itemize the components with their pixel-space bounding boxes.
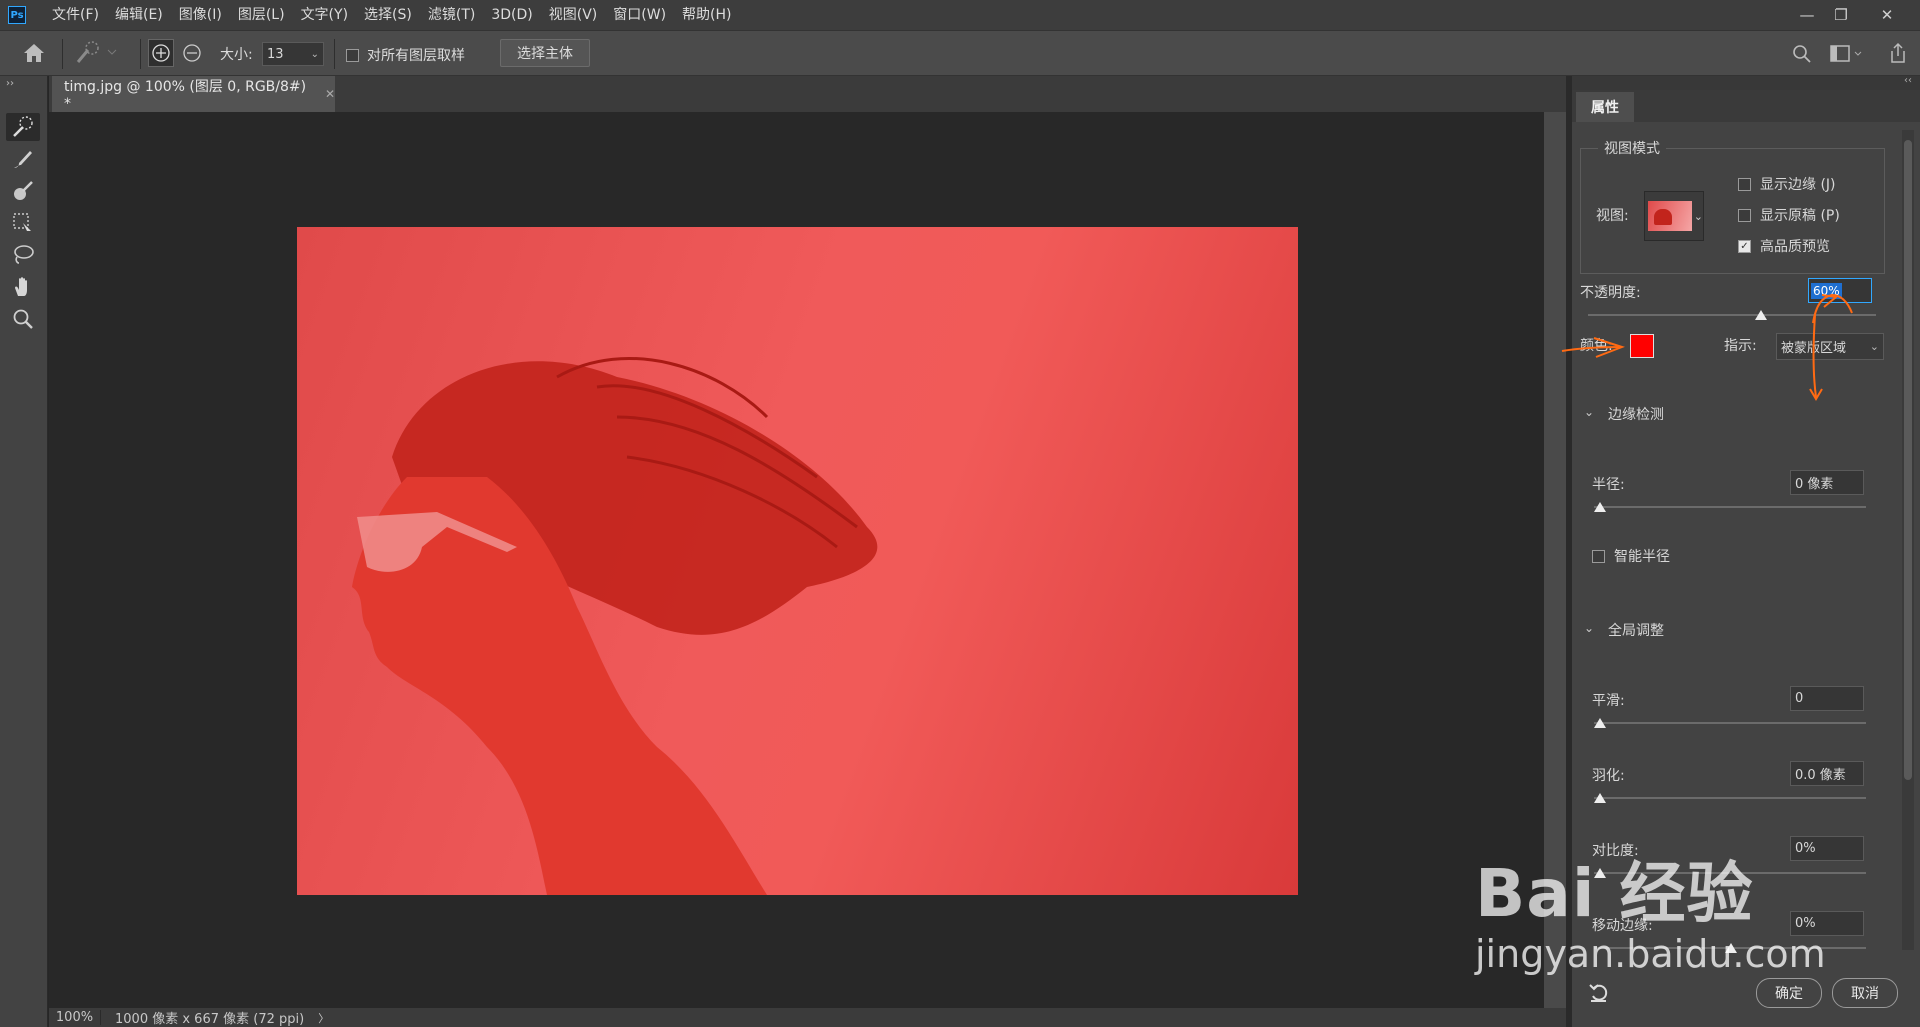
baidu-watermark-url: jingyan.baidu.com xyxy=(1475,932,1826,976)
document-info: 1000 像素 x 667 像素 (72 ppi) xyxy=(115,1012,305,1027)
collapse-edge-detection-icon[interactable]: ⌄ xyxy=(1584,405,1594,419)
view-mode-dropdown[interactable]: ⌄ xyxy=(1644,191,1704,241)
select-subject-label: 选择主体 xyxy=(517,46,573,62)
menu-view[interactable]: 视图(V) xyxy=(541,0,606,30)
smart-radius-checkbox[interactable] xyxy=(1592,549,1605,563)
edge-detection-title[interactable]: 边缘检测 xyxy=(1608,404,1664,424)
feather-input[interactable]: 0.0 像素 xyxy=(1790,761,1864,786)
menu-filter[interactable]: 滤镜(T) xyxy=(420,0,483,30)
size-label: 大小: xyxy=(220,47,253,63)
radius-label: 半径: xyxy=(1592,477,1625,493)
quick-selection-preset-icon[interactable] xyxy=(74,40,118,70)
add-to-selection-icon[interactable] xyxy=(148,39,174,67)
zoom-tool-icon[interactable] xyxy=(6,305,40,333)
view-mode-title: 视图模式 xyxy=(1598,138,1666,158)
select-subject-button[interactable]: 选择主体 xyxy=(500,39,590,67)
cancel-button[interactable]: 取消 xyxy=(1832,978,1898,1008)
tools-panel: ›› xyxy=(0,76,48,1027)
panel-expand-icon[interactable]: ›› xyxy=(6,78,14,89)
size-value: 13 xyxy=(267,46,284,62)
status-bar: 100% 1000 像素 x 667 像素 (72 ppi) 〉 xyxy=(49,1008,1566,1027)
share-icon[interactable] xyxy=(1888,42,1908,68)
menu-file[interactable]: 文件(F) xyxy=(44,0,107,30)
workspace-icon[interactable] xyxy=(1830,44,1864,68)
radius-slider-track[interactable] xyxy=(1594,506,1866,508)
object-selection-tool-icon[interactable] xyxy=(6,177,40,205)
status-menu-arrow[interactable]: 〉 xyxy=(318,1010,329,1026)
hq-preview-label: 高品质预览 xyxy=(1760,239,1830,255)
menu-image[interactable]: 图像(I) xyxy=(171,0,230,30)
menu-3d[interactable]: 3D(D) xyxy=(483,0,540,30)
document-image[interactable] xyxy=(297,227,1298,895)
menu-window[interactable]: 窗口(W) xyxy=(605,0,674,30)
menu-layer[interactable]: 图层(L) xyxy=(230,0,293,30)
show-original-label: 显示原稿 (P) xyxy=(1760,208,1840,224)
view-label: 视图: xyxy=(1596,208,1629,224)
baidu-watermark-logo: Bai 经验 xyxy=(1475,855,1754,932)
refine-edge-brush-tool-icon[interactable] xyxy=(6,113,40,141)
document-tab[interactable]: timg.jpg @ 100% (图层 0, RGB/8#) * ✕ xyxy=(52,76,335,112)
hand-tool-icon[interactable] xyxy=(6,273,40,301)
subtract-from-selection-icon[interactable] xyxy=(182,43,202,67)
options-bar: 大小: 13 ⌄ 对所有图层取样 选择主体 xyxy=(0,30,1920,76)
smooth-label: 平滑: xyxy=(1592,693,1625,709)
reset-icon[interactable] xyxy=(1588,982,1612,1008)
document-tab-title: timg.jpg @ 100% (图层 0, RGB/8#) * xyxy=(64,79,307,112)
smooth-slider-thumb[interactable] xyxy=(1594,718,1606,728)
woman-with-flowing-hair-image xyxy=(352,356,878,895)
minimize-button[interactable]: — xyxy=(1790,0,1824,30)
close-window-button[interactable]: ✕ xyxy=(1870,0,1904,30)
smooth-slider-track[interactable] xyxy=(1594,722,1866,724)
brush-tool-icon[interactable] xyxy=(6,145,40,173)
menu-edit[interactable]: 编辑(E) xyxy=(107,0,171,30)
hq-preview-checkbox[interactable]: ✓ xyxy=(1738,239,1751,253)
chevron-down-icon[interactable]: ⌄ xyxy=(311,49,319,60)
home-icon[interactable] xyxy=(22,42,46,68)
global-refine-title[interactable]: 全局调整 xyxy=(1608,620,1664,640)
close-tab-icon[interactable]: ✕ xyxy=(325,87,335,101)
menu-bar: Ps 文件(F) 编辑(E) 图像(I) 图层(L) 文字(Y) 选择(S) 滤… xyxy=(0,0,1920,30)
panel-scrollbar[interactable] xyxy=(1902,130,1914,950)
collapse-global-refine-icon[interactable]: ⌄ xyxy=(1584,621,1594,635)
menu-type[interactable]: 文字(Y) xyxy=(293,0,356,30)
feather-value: 0.0 像素 xyxy=(1795,768,1846,783)
chevron-down-icon[interactable]: ⌄ xyxy=(1694,210,1703,223)
rect-selection-tool-icon[interactable] xyxy=(6,209,40,237)
show-edge-label: 显示边缘 (J) xyxy=(1760,177,1836,193)
contrast-value: 0% xyxy=(1795,841,1816,856)
annotation-arrows xyxy=(1561,293,1853,401)
restore-button[interactable]: ❐ xyxy=(1824,0,1858,30)
smooth-value: 0 xyxy=(1795,691,1804,706)
smooth-input[interactable]: 0 xyxy=(1790,686,1864,711)
contrast-input[interactable]: 0% xyxy=(1790,836,1864,861)
smart-radius-label: 智能半径 xyxy=(1614,549,1670,565)
search-icon[interactable] xyxy=(1792,44,1812,68)
show-original-checkbox[interactable] xyxy=(1738,208,1751,222)
sample-all-layers-label: 对所有图层取样 xyxy=(367,48,465,64)
radius-value: 0 像素 xyxy=(1795,477,1834,492)
show-edge-checkbox[interactable] xyxy=(1738,177,1751,191)
collapse-panel-icon[interactable]: ‹‹ xyxy=(1904,75,1912,86)
feather-label: 羽化: xyxy=(1592,768,1625,784)
photoshop-logo: Ps xyxy=(8,6,26,24)
sample-all-layers-checkbox[interactable] xyxy=(346,48,359,62)
panel-dock-top: ‹‹ xyxy=(1572,75,1920,90)
tab-properties[interactable]: 属性 xyxy=(1576,92,1634,122)
feather-slider-thumb[interactable] xyxy=(1594,793,1606,803)
panel-scrollbar-thumb[interactable] xyxy=(1904,140,1912,780)
ok-button[interactable]: 确定 xyxy=(1756,978,1822,1008)
shift-edge-value: 0% xyxy=(1795,916,1816,931)
size-input[interactable]: 13 ⌄ xyxy=(262,42,324,66)
zoom-level[interactable]: 100% xyxy=(49,1010,101,1025)
radius-input[interactable]: 0 像素 xyxy=(1790,470,1864,495)
view-thumbnail xyxy=(1648,201,1692,231)
menu-select[interactable]: 选择(S) xyxy=(356,0,420,30)
feather-slider-track[interactable] xyxy=(1594,797,1866,799)
radius-slider-thumb[interactable] xyxy=(1594,502,1606,512)
menu-help[interactable]: 帮助(H) xyxy=(674,0,739,30)
lasso-tool-icon[interactable] xyxy=(6,241,40,269)
